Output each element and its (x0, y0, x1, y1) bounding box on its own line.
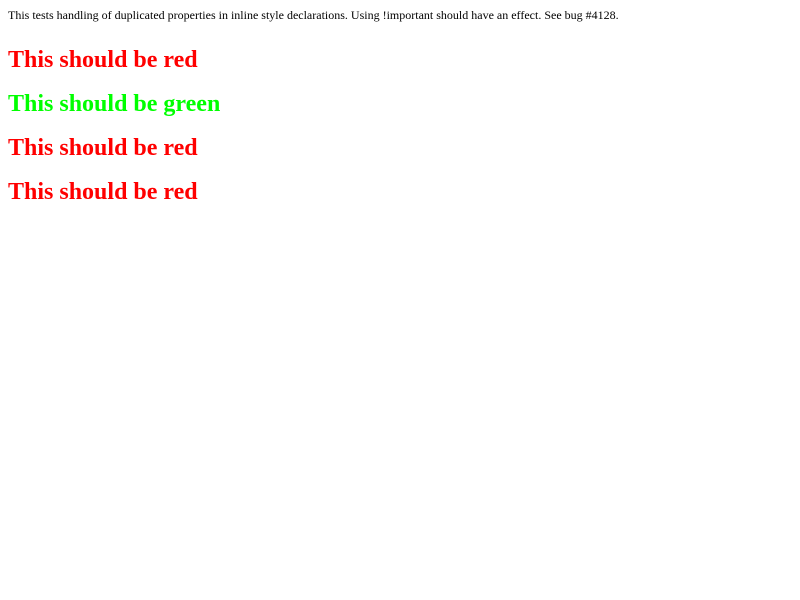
headline-2: This should be green (8, 91, 221, 117)
page-content: This tests handling of duplicated proper… (0, 0, 800, 206)
headline-4: This should be red (8, 179, 198, 205)
headline-3: This should be red (8, 135, 198, 161)
headline-1: This should be red (8, 47, 198, 73)
test-description: This tests handling of duplicated proper… (8, 8, 619, 22)
